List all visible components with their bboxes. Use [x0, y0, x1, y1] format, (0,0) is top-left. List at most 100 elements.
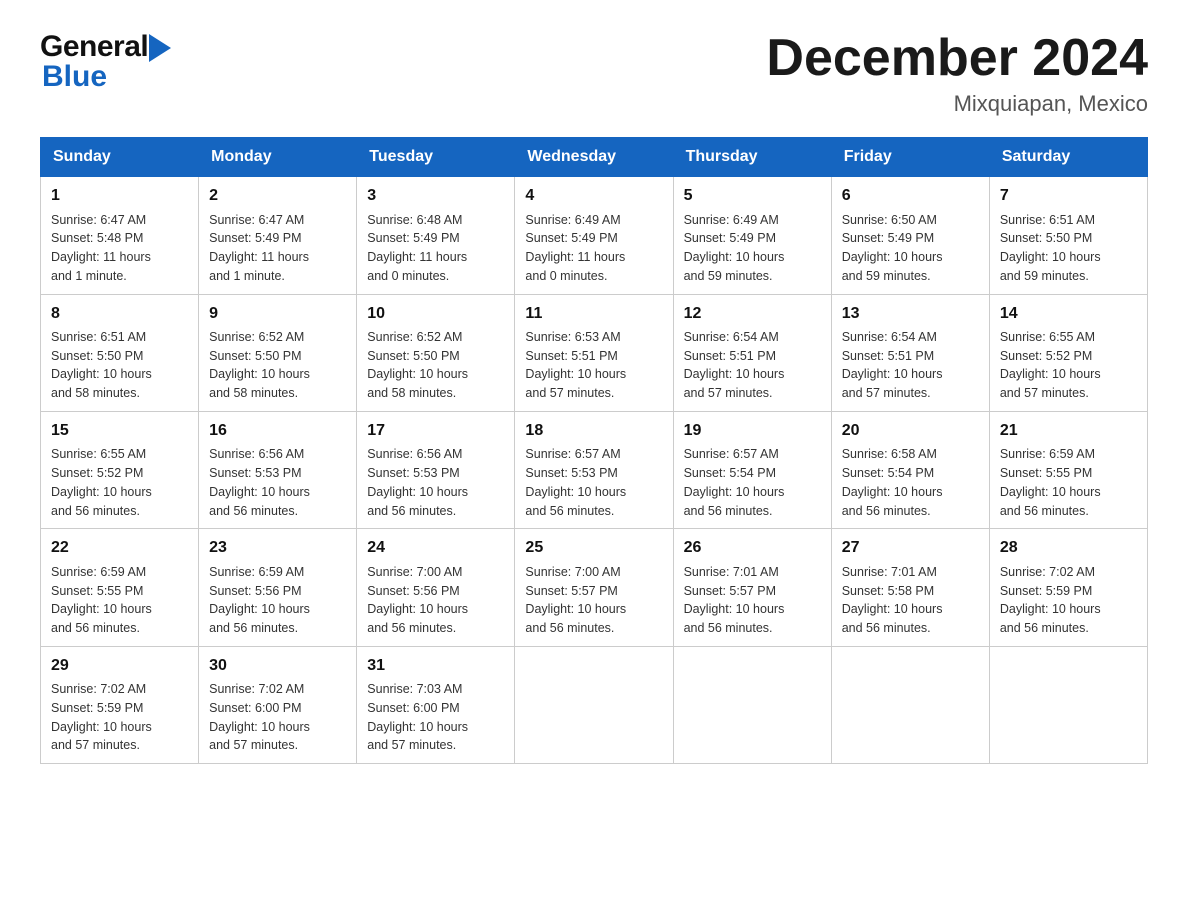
day-cell-11: 11 Sunrise: 6:53 AMSunset: 5:51 PMDaylig… — [515, 294, 673, 411]
day-info: Sunrise: 6:50 AMSunset: 5:49 PMDaylight:… — [842, 213, 943, 283]
day-info: Sunrise: 6:48 AMSunset: 5:49 PMDaylight:… — [367, 213, 467, 283]
day-number: 10 — [367, 303, 504, 325]
day-cell-13: 13 Sunrise: 6:54 AMSunset: 5:51 PMDaylig… — [831, 294, 989, 411]
logo: General Blue — [40, 30, 171, 94]
day-cell-2: 2 Sunrise: 6:47 AMSunset: 5:49 PMDayligh… — [199, 177, 357, 294]
day-cell-25: 25 Sunrise: 7:00 AMSunset: 5:57 PMDaylig… — [515, 529, 673, 646]
empty-cell — [989, 646, 1147, 763]
day-cell-6: 6 Sunrise: 6:50 AMSunset: 5:49 PMDayligh… — [831, 177, 989, 294]
day-info: Sunrise: 7:00 AMSunset: 5:56 PMDaylight:… — [367, 565, 468, 635]
day-info: Sunrise: 6:56 AMSunset: 5:53 PMDaylight:… — [367, 447, 468, 517]
day-number: 26 — [684, 537, 821, 559]
day-info: Sunrise: 6:53 AMSunset: 5:51 PMDaylight:… — [525, 330, 626, 400]
day-info: Sunrise: 6:54 AMSunset: 5:51 PMDaylight:… — [842, 330, 943, 400]
day-info: Sunrise: 6:59 AMSunset: 5:55 PMDaylight:… — [1000, 447, 1101, 517]
day-info: Sunrise: 7:00 AMSunset: 5:57 PMDaylight:… — [525, 565, 626, 635]
calendar-table: SundayMondayTuesdayWednesdayThursdayFrid… — [40, 137, 1148, 764]
day-cell-29: 29 Sunrise: 7:02 AMSunset: 5:59 PMDaylig… — [41, 646, 199, 763]
day-number: 12 — [684, 303, 821, 325]
day-header-sunday: Sunday — [41, 138, 199, 177]
day-info: Sunrise: 6:59 AMSunset: 5:55 PMDaylight:… — [51, 565, 152, 635]
day-cell-7: 7 Sunrise: 6:51 AMSunset: 5:50 PMDayligh… — [989, 177, 1147, 294]
logo-general-text: General — [40, 30, 148, 64]
week-row-3: 15 Sunrise: 6:55 AMSunset: 5:52 PMDaylig… — [41, 411, 1148, 528]
day-cell-17: 17 Sunrise: 6:56 AMSunset: 5:53 PMDaylig… — [357, 411, 515, 528]
day-cell-8: 8 Sunrise: 6:51 AMSunset: 5:50 PMDayligh… — [41, 294, 199, 411]
day-cell-5: 5 Sunrise: 6:49 AMSunset: 5:49 PMDayligh… — [673, 177, 831, 294]
day-number: 27 — [842, 537, 979, 559]
day-cell-31: 31 Sunrise: 7:03 AMSunset: 6:00 PMDaylig… — [357, 646, 515, 763]
day-cell-19: 19 Sunrise: 6:57 AMSunset: 5:54 PMDaylig… — [673, 411, 831, 528]
empty-cell — [673, 646, 831, 763]
day-number: 31 — [367, 655, 504, 677]
day-info: Sunrise: 6:54 AMSunset: 5:51 PMDaylight:… — [684, 330, 785, 400]
day-info: Sunrise: 6:49 AMSunset: 5:49 PMDaylight:… — [684, 213, 785, 283]
day-number: 9 — [209, 303, 346, 325]
day-number: 21 — [1000, 420, 1137, 442]
day-info: Sunrise: 7:02 AMSunset: 5:59 PMDaylight:… — [1000, 565, 1101, 635]
day-cell-16: 16 Sunrise: 6:56 AMSunset: 5:53 PMDaylig… — [199, 411, 357, 528]
day-cell-18: 18 Sunrise: 6:57 AMSunset: 5:53 PMDaylig… — [515, 411, 673, 528]
day-number: 25 — [525, 537, 662, 559]
page-header: General Blue December 2024 Mixquiapan, M… — [40, 30, 1148, 117]
day-header-monday: Monday — [199, 138, 357, 177]
day-header-wednesday: Wednesday — [515, 138, 673, 177]
day-cell-30: 30 Sunrise: 7:02 AMSunset: 6:00 PMDaylig… — [199, 646, 357, 763]
week-row-4: 22 Sunrise: 6:59 AMSunset: 5:55 PMDaylig… — [41, 529, 1148, 646]
day-number: 3 — [367, 185, 504, 207]
day-header-friday: Friday — [831, 138, 989, 177]
day-number: 4 — [525, 185, 662, 207]
day-cell-12: 12 Sunrise: 6:54 AMSunset: 5:51 PMDaylig… — [673, 294, 831, 411]
day-number: 29 — [51, 655, 188, 677]
day-number: 20 — [842, 420, 979, 442]
header-row: SundayMondayTuesdayWednesdayThursdayFrid… — [41, 138, 1148, 177]
day-number: 22 — [51, 537, 188, 559]
day-info: Sunrise: 6:58 AMSunset: 5:54 PMDaylight:… — [842, 447, 943, 517]
day-number: 1 — [51, 185, 188, 207]
month-title: December 2024 — [766, 30, 1148, 87]
day-number: 16 — [209, 420, 346, 442]
day-header-saturday: Saturday — [989, 138, 1147, 177]
logo-arrow-icon — [149, 34, 171, 62]
day-number: 2 — [209, 185, 346, 207]
day-info: Sunrise: 6:52 AMSunset: 5:50 PMDaylight:… — [367, 330, 468, 400]
day-number: 7 — [1000, 185, 1137, 207]
day-info: Sunrise: 6:49 AMSunset: 5:49 PMDaylight:… — [525, 213, 625, 283]
day-info: Sunrise: 7:01 AMSunset: 5:57 PMDaylight:… — [684, 565, 785, 635]
week-row-2: 8 Sunrise: 6:51 AMSunset: 5:50 PMDayligh… — [41, 294, 1148, 411]
empty-cell — [515, 646, 673, 763]
day-number: 11 — [525, 303, 662, 325]
day-cell-3: 3 Sunrise: 6:48 AMSunset: 5:49 PMDayligh… — [357, 177, 515, 294]
day-number: 6 — [842, 185, 979, 207]
day-info: Sunrise: 6:57 AMSunset: 5:53 PMDaylight:… — [525, 447, 626, 517]
day-cell-28: 28 Sunrise: 7:02 AMSunset: 5:59 PMDaylig… — [989, 529, 1147, 646]
day-number: 15 — [51, 420, 188, 442]
day-cell-10: 10 Sunrise: 6:52 AMSunset: 5:50 PMDaylig… — [357, 294, 515, 411]
day-number: 18 — [525, 420, 662, 442]
day-info: Sunrise: 6:59 AMSunset: 5:56 PMDaylight:… — [209, 565, 310, 635]
day-number: 19 — [684, 420, 821, 442]
day-cell-9: 9 Sunrise: 6:52 AMSunset: 5:50 PMDayligh… — [199, 294, 357, 411]
empty-cell — [831, 646, 989, 763]
day-cell-22: 22 Sunrise: 6:59 AMSunset: 5:55 PMDaylig… — [41, 529, 199, 646]
day-number: 23 — [209, 537, 346, 559]
logo-blue-text: Blue — [42, 60, 107, 94]
day-info: Sunrise: 7:02 AMSunset: 6:00 PMDaylight:… — [209, 682, 310, 752]
day-number: 8 — [51, 303, 188, 325]
day-header-tuesday: Tuesday — [357, 138, 515, 177]
day-info: Sunrise: 6:56 AMSunset: 5:53 PMDaylight:… — [209, 447, 310, 517]
day-info: Sunrise: 6:55 AMSunset: 5:52 PMDaylight:… — [51, 447, 152, 517]
week-row-5: 29 Sunrise: 7:02 AMSunset: 5:59 PMDaylig… — [41, 646, 1148, 763]
day-info: Sunrise: 6:47 AMSunset: 5:48 PMDaylight:… — [51, 213, 151, 283]
day-info: Sunrise: 6:47 AMSunset: 5:49 PMDaylight:… — [209, 213, 309, 283]
day-info: Sunrise: 6:51 AMSunset: 5:50 PMDaylight:… — [1000, 213, 1101, 283]
day-number: 30 — [209, 655, 346, 677]
day-number: 14 — [1000, 303, 1137, 325]
day-cell-20: 20 Sunrise: 6:58 AMSunset: 5:54 PMDaylig… — [831, 411, 989, 528]
day-number: 28 — [1000, 537, 1137, 559]
day-info: Sunrise: 6:52 AMSunset: 5:50 PMDaylight:… — [209, 330, 310, 400]
title-section: December 2024 Mixquiapan, Mexico — [766, 30, 1148, 117]
day-number: 17 — [367, 420, 504, 442]
day-cell-23: 23 Sunrise: 6:59 AMSunset: 5:56 PMDaylig… — [199, 529, 357, 646]
day-cell-21: 21 Sunrise: 6:59 AMSunset: 5:55 PMDaylig… — [989, 411, 1147, 528]
